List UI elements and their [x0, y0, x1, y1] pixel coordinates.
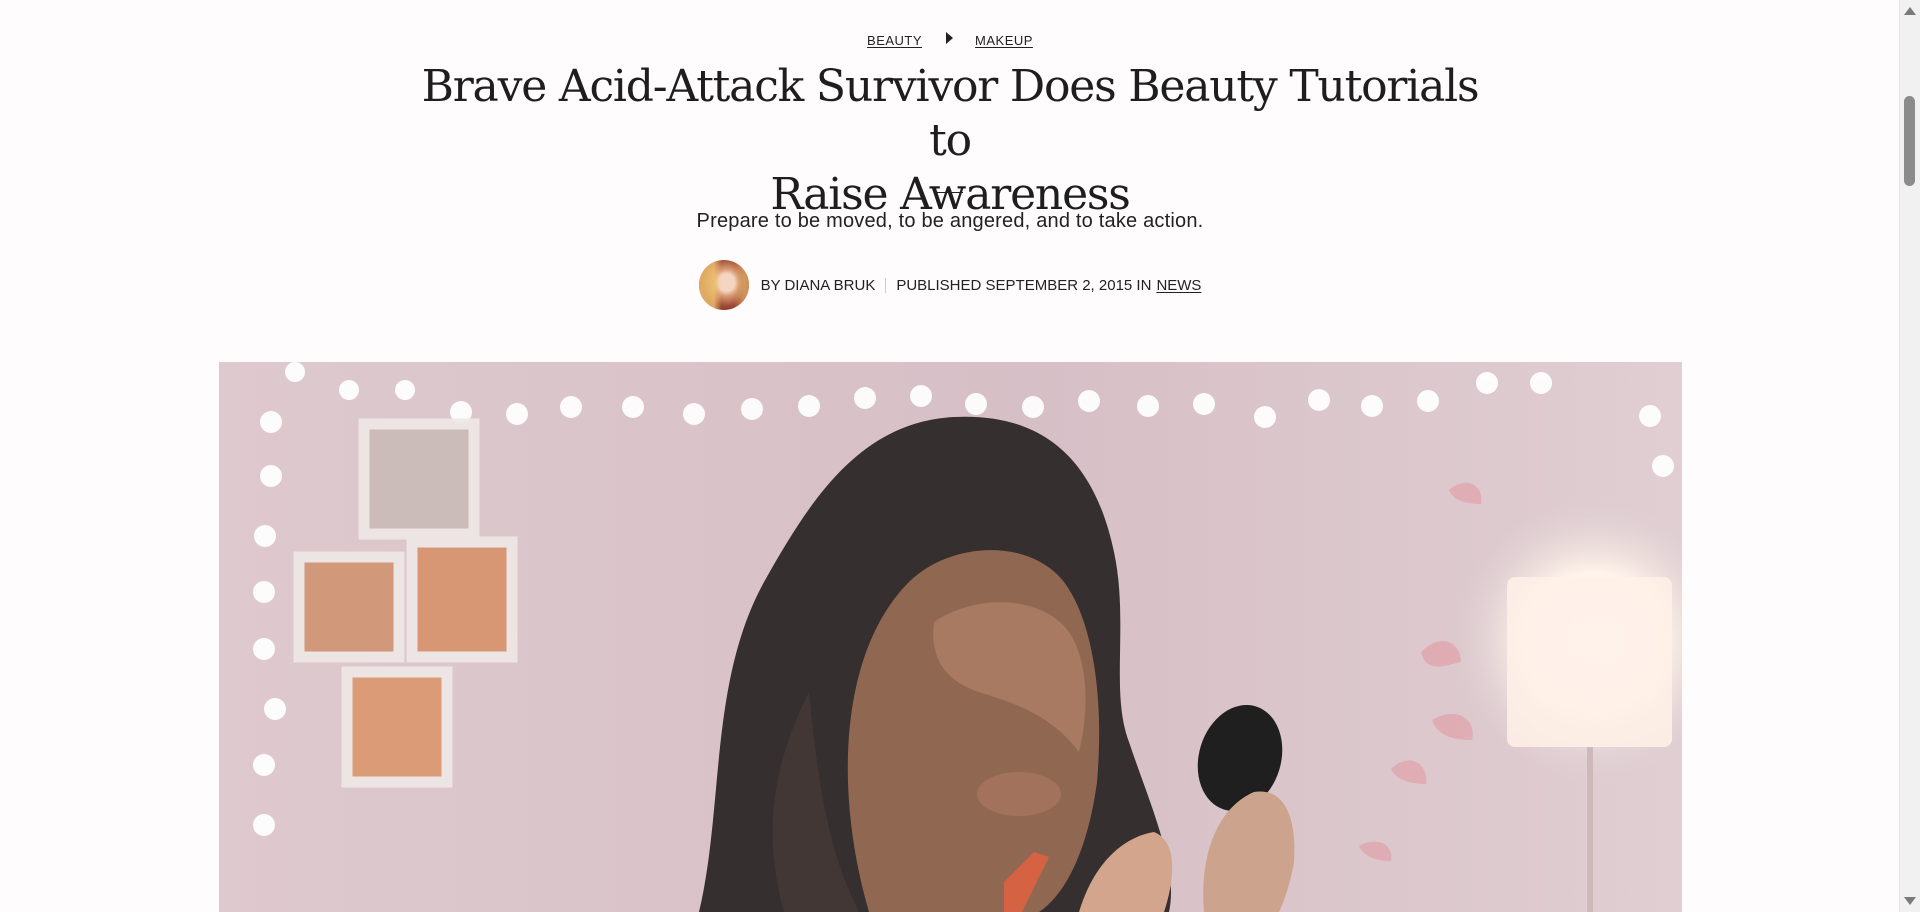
byline-divider — [885, 277, 887, 293]
main-content: BEAUTY MAKEUP Brave Acid-Attack Survivor… — [0, 0, 1900, 912]
breadcrumb-makeup-link[interactable]: MAKEUP — [975, 33, 1033, 48]
published-date: PUBLISHED SEPTEMBER 2, 2015 IN — [896, 276, 1152, 294]
article-page: BEAUTY MAKEUP Brave Acid-Attack Survivor… — [0, 0, 1920, 912]
hero-image-illustration — [219, 362, 1682, 912]
chevron-right-icon — [946, 32, 954, 44]
byline: BY DIANA BRUK PUBLISHED SEPTEMBER 2, 201… — [0, 260, 1900, 310]
author-avatar[interactable] — [698, 260, 749, 310]
hero-image — [219, 362, 1682, 912]
vertical-scrollbar[interactable] — [1899, 0, 1920, 912]
scroll-up-arrow-icon[interactable] — [1904, 7, 1916, 15]
news-category-link[interactable]: NEWS — [1156, 277, 1201, 294]
article-dek: Prepare to be moved, to be angered, and … — [696, 210, 1204, 232]
scroll-down-arrow-icon[interactable] — [1904, 897, 1916, 905]
title-divider — [937, 192, 963, 193]
article-title-line-1: Brave Acid-Attack Survivor Does Beauty T… — [421, 61, 1480, 166]
author-name[interactable]: BY DIANA BRUK — [761, 277, 876, 294]
breadcrumb-beauty-link[interactable]: BEAUTY — [867, 33, 922, 48]
breadcrumb: BEAUTY MAKEUP — [0, 32, 1900, 48]
avatar-image — [698, 260, 749, 310]
article-title: Brave Acid-Attack Survivor Does Beauty T… — [400, 60, 1500, 222]
scrollbar-thumb[interactable] — [1904, 96, 1915, 186]
